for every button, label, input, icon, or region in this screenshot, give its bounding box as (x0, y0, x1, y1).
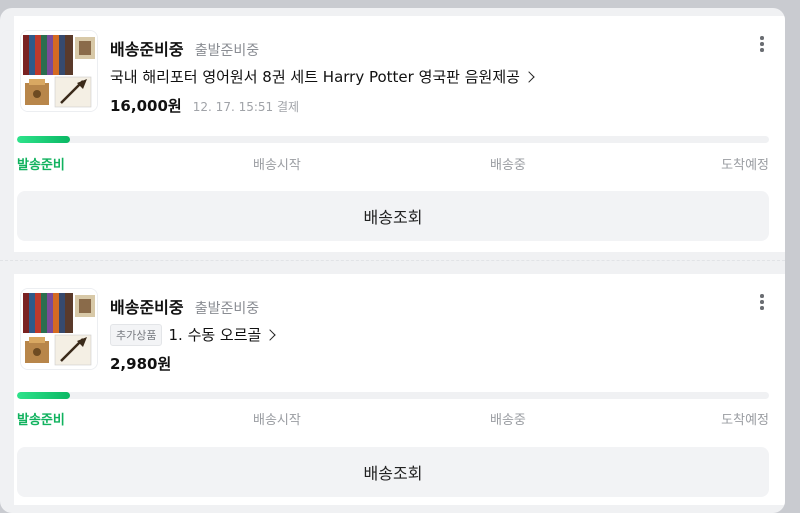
product-name: 국내 해리포터 영어원서 8권 세트 Harry Potter 영국판 음원제공 (110, 68, 520, 86)
more-options-button[interactable] (757, 294, 767, 314)
step-arrival-expected: 도착예정 (721, 158, 769, 173)
delivery-steps: 발송준비 배송시작 배송중 도착예정 (17, 154, 769, 173)
window-edge (785, 0, 800, 513)
delivery-progress-bar (17, 136, 769, 143)
track-delivery-button[interactable]: 배송조회 (17, 191, 769, 241)
order-status-detail: 출발준비중 (194, 301, 260, 317)
product-link[interactable]: 국내 해리포터 영어원서 8권 세트 Harry Potter 영국판 음원제공 (110, 66, 535, 87)
order-status-row: 배송준비중 출발준비중 (110, 36, 259, 60)
more-options-button[interactable] (757, 36, 767, 56)
step-shipping-started: 배송시작 (253, 413, 301, 428)
book-set-image (21, 289, 97, 369)
book-set-image (21, 31, 97, 111)
step-preparing: 발송준비 (17, 413, 65, 428)
chevron-right-icon (523, 71, 535, 83)
step-in-transit: 배송중 (490, 413, 526, 428)
order-divider (0, 260, 785, 261)
order-card: 배송준비중 출발준비중 추가상품 1. 수동 오르골 2,980원 발송준비 배송… (14, 274, 785, 505)
order-status-row: 배송준비중 출발준비중 (110, 294, 259, 318)
product-link[interactable]: 추가상품 1. 수동 오르골 (110, 324, 277, 347)
payment-info: 12. 17. 15:51 결제 (192, 100, 300, 114)
order-status: 배송준비중 (110, 298, 184, 317)
order-price: 2,980원 (110, 355, 172, 373)
more-vertical-icon (760, 294, 764, 298)
product-thumbnail[interactable] (20, 288, 98, 370)
product-name: 1. 수동 오르골 (168, 326, 262, 344)
delivery-progress-fill (17, 392, 70, 399)
order-card: 배송준비중 출발준비중 국내 해리포터 영어원서 8권 세트 Harry Pot… (14, 16, 785, 252)
order-status: 배송준비중 (110, 40, 184, 59)
step-arrival-expected: 도착예정 (721, 413, 769, 428)
step-in-transit: 배송중 (490, 158, 526, 173)
step-preparing: 발송준비 (17, 158, 65, 173)
product-thumbnail[interactable] (20, 30, 98, 112)
track-delivery-button[interactable]: 배송조회 (17, 447, 769, 497)
order-list-panel: 배송준비중 출발준비중 국내 해리포터 영어원서 8권 세트 Harry Pot… (0, 8, 785, 513)
step-shipping-started: 배송시작 (253, 158, 301, 173)
delivery-progress-fill (17, 136, 70, 143)
price-row: 2,980원 (110, 353, 171, 374)
order-status-detail: 출발준비중 (194, 43, 260, 59)
delivery-steps: 발송준비 배송시작 배송중 도착예정 (17, 409, 769, 428)
more-vertical-icon (760, 36, 764, 40)
price-row: 16,000원 12. 17. 15:51 결제 (110, 95, 299, 116)
chevron-right-icon (264, 329, 277, 341)
order-price: 16,000원 (110, 97, 182, 115)
delivery-progress-bar (17, 392, 769, 399)
additional-item-badge: 추가상품 (110, 324, 163, 346)
